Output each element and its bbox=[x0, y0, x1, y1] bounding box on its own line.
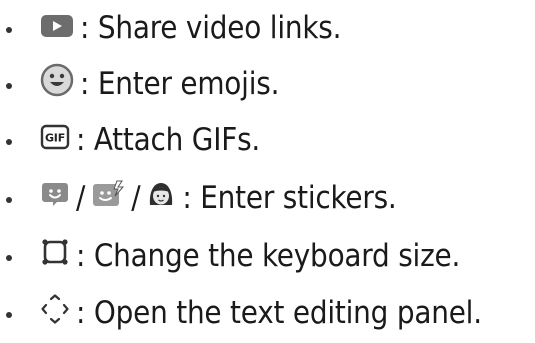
bullet bbox=[6, 197, 12, 203]
gif-icon-label: GIF bbox=[45, 132, 65, 145]
list-item-content: GIF : Attach GIFs. bbox=[40, 112, 260, 168]
list-item-stickers: / /: Enter stickers. bbox=[0, 170, 535, 226]
youtube-icon bbox=[40, 10, 74, 46]
bullet bbox=[6, 83, 12, 89]
bullet bbox=[6, 139, 12, 145]
list-item-content: : Enter emojis. bbox=[40, 56, 279, 112]
avatar-sticker-icon bbox=[146, 179, 176, 217]
list-item-text: : Share video links. bbox=[80, 10, 342, 46]
emoji-icon bbox=[40, 63, 74, 105]
list-item-keyboard-size: : Change the keyboard size. bbox=[0, 228, 535, 284]
list-item-gif: GIF : Attach GIFs. bbox=[0, 112, 535, 168]
text-editing-icon bbox=[40, 294, 70, 332]
bullet bbox=[6, 255, 12, 261]
list-item-share-video: : Share video links. bbox=[0, 0, 535, 56]
list-item-content: : Open the text editing panel. bbox=[40, 285, 482, 341]
list-item-text-editing: : Open the text editing panel. bbox=[0, 285, 535, 341]
list-item-content: / /: Enter stickers. bbox=[40, 170, 397, 226]
sticker-icon bbox=[40, 179, 70, 217]
gif-icon: GIF bbox=[40, 122, 70, 158]
separator: / bbox=[76, 180, 86, 216]
bullet bbox=[6, 27, 12, 33]
list-item-content: : Share video links. bbox=[40, 0, 341, 56]
list-item-text: : Open the text editing panel. bbox=[76, 295, 482, 331]
bullet bbox=[6, 312, 12, 318]
animated-sticker-icon bbox=[91, 179, 125, 217]
list-item-emoji: : Enter emojis. bbox=[0, 56, 535, 112]
list-item-text: : Change the keyboard size. bbox=[76, 238, 461, 274]
list-item-text: : Attach GIFs. bbox=[76, 122, 261, 158]
keyboard-resize-icon bbox=[40, 237, 70, 275]
list-item-text: : Enter emojis. bbox=[80, 66, 280, 102]
list-item-content: : Change the keyboard size. bbox=[40, 228, 460, 284]
list-item-text: : Enter stickers. bbox=[182, 180, 397, 216]
separator: / bbox=[131, 180, 141, 216]
